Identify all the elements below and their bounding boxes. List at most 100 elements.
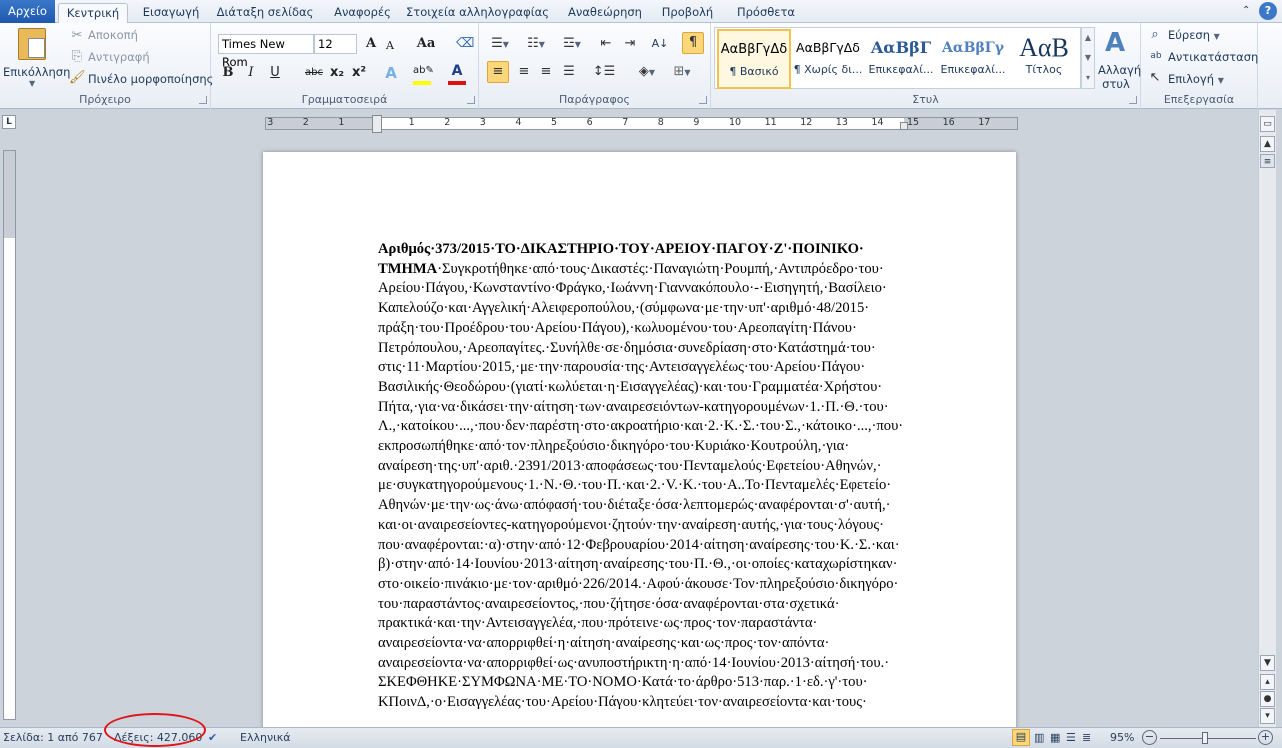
replace-button[interactable]: Αντικατάσταση [1168,50,1258,64]
paste-dropdown-icon[interactable]: ▼ [29,79,35,88]
tab-mailings[interactable]: Στοιχεία αλληλογραφίας [405,3,550,23]
tab-file[interactable]: Αρχείο [0,0,55,23]
style-no-spacing[interactable]: ΑαΒβΓγΔδ ¶ Χωρίς δι... [791,29,865,89]
borders-icon[interactable]: ⊞▼ [669,62,695,82]
copy-button[interactable]: Αντιγραφή [88,50,150,64]
browse-object-button[interactable]: ● [1260,691,1275,707]
indent-marker[interactable] [372,115,382,133]
multilevel-list-icon[interactable]: ☲▼ [559,34,585,54]
scroll-up-button[interactable]: ▲ [1260,136,1275,152]
font-group-label: Γραμματοσειρά [301,93,388,106]
font-size-combo[interactable]: 12 [314,34,357,54]
clipboard-dialog-launcher[interactable] [199,96,207,104]
select-button[interactable]: Επιλογή ▼ [1168,72,1224,86]
change-case-icon[interactable]: Aa [415,34,437,54]
change-styles-label-2: στυλ [1102,77,1130,91]
shrink-font-icon[interactable]: A [383,36,397,56]
bold-button[interactable]: B [221,63,235,83]
italic-button[interactable]: I [244,63,258,83]
web-layout-button[interactable]: ▦ [1050,731,1060,744]
minimize-ribbon-icon[interactable]: ⌃ [1242,5,1250,16]
tab-addins[interactable]: Πρόσθετα [730,3,802,23]
outline-view-button[interactable]: ☰ [1066,731,1076,744]
paste-button[interactable]: Επικόλληση [3,65,70,79]
next-page-button[interactable]: ▾ [1260,708,1275,724]
bullets-icon[interactable]: ☰▼ [487,34,513,54]
align-left-button[interactable]: ≡ [487,61,509,83]
align-right-button[interactable]: ≡ [537,62,555,82]
scroll-down-button[interactable]: ▼ [1260,655,1275,671]
zoom-level[interactable]: 95% [1110,731,1134,744]
doc-line: στις·11·Μαρτίου·2015,·με·την·παρουσία·τη… [378,359,866,376]
tab-home[interactable]: Κεντρική [58,3,128,23]
ruler-number: 12 [800,117,813,128]
subscript-button[interactable]: x₂ [329,63,345,83]
tab-review[interactable]: Αναθεώρηση [560,3,650,23]
previous-page-button[interactable]: ▴ [1260,674,1275,690]
right-indent-marker[interactable] [900,122,908,130]
highlight-icon[interactable]: ab✎ [413,61,434,81]
font-name-combo[interactable]: Times New Rom [218,34,314,69]
text-effects-icon[interactable]: A [383,63,399,83]
ruler-number: 10 [729,117,742,128]
font-dialog-launcher[interactable] [467,96,475,104]
find-button[interactable]: Εύρεση ▼ [1168,28,1220,42]
line-spacing-icon[interactable]: ↕☰ [591,62,617,82]
document-body[interactable]: Αριθμός·373/2015·ΤΟ·ΔΙΚΑΣΤΗΡΙΟ·ΤΟΥ·ΑΡΕΙΟ… [378,240,918,713]
view-ruler-toggle[interactable]: ▭ [1260,116,1275,132]
ruler-number: 6 [586,117,593,128]
tab-view[interactable]: Προβολή [655,3,720,23]
font-color-icon[interactable]: A [449,61,465,81]
styles-dialog-launcher[interactable] [1129,96,1137,104]
cut-button[interactable]: Αποκοπή [88,28,138,42]
style-heading-1[interactable]: ΑαΒβΓ Επικεφαλί... [864,29,938,89]
clear-formatting-icon[interactable]: ⌫ [456,34,474,54]
format-painter-button[interactable]: Πινέλο μορφοποίησης [88,72,213,86]
scroll-thumb[interactable]: ≡ [1260,154,1275,168]
superscript-button[interactable]: x² [351,63,367,83]
decrease-indent-icon[interactable]: ⇤ [597,34,615,54]
increase-indent-icon[interactable]: ⇥ [621,34,639,54]
help-icon[interactable]: ? [1259,2,1277,20]
style-name: ¶ Χωρίς δι... [793,63,863,76]
paragraph-dialog-launcher[interactable] [699,96,707,104]
numbering-icon[interactable]: ☷▼ [523,34,549,54]
show-formatting-marks-button[interactable]: ¶ [682,32,704,54]
vertical-scrollbar[interactable]: ▭ ▲ ≡ ▼ ▴ ● ▾ [1258,110,1276,727]
tab-references[interactable]: Αναφορές [325,3,400,23]
ruler-number: 2 [302,117,309,128]
ruler-number: 1 [338,117,345,128]
sort-icon[interactable]: A↓ [651,34,669,54]
vertical-ruler[interactable] [3,150,16,720]
clipboard-group: Επικόλληση ▼ ✂ Αποκοπή ⎘ Αντιγραφή 🖌 Πιν… [0,23,213,109]
style-normal[interactable]: ΑαΒβΓγΔδ ¶ Βασικό [717,29,791,89]
style-title[interactable]: ΑαΒ Τίτλος [1007,29,1081,89]
styles-scroll[interactable]: ▲ ▼ ▾ [1081,27,1095,89]
strikethrough-button[interactable]: abc [303,63,325,83]
shading-icon[interactable]: ◈▼ [634,62,660,82]
grow-font-icon[interactable]: A [363,34,379,54]
proofing-icon[interactable]: ✔ [208,731,217,744]
ruler-number: 1 [408,117,415,128]
doc-heading-bold-2: ΤΜΗΜΑ [378,260,438,277]
find-icon: ⌕ [1151,27,1159,42]
select-cursor-icon: ↖ [1149,70,1161,85]
page-count[interactable]: Σελίδα: 1 από 767 [3,731,103,744]
language[interactable]: Ελληνικά [240,731,291,744]
zoom-out-button[interactable]: − [1142,730,1157,745]
zoom-in-button[interactable]: + [1258,730,1273,745]
change-styles-button[interactable]: Αλλαγή στυλ [1098,63,1141,91]
doc-line: πράξη·του·Προέδρου·του·Αρείου·Πάγου),·κω… [378,319,857,336]
zoom-slider-thumb[interactable] [1202,732,1209,744]
style-heading-2[interactable]: ΑαΒβΓγ Επικεφαλί... [936,29,1010,89]
tab-selector[interactable]: L [2,115,16,129]
align-center-button[interactable]: ≡ [515,62,533,82]
horizontal-ruler[interactable]: 3 2 1 1 2 3 4 5 6 7 8 9 10 11 12 13 14 15 16 17 [265,115,1018,133]
full-screen-reading-button[interactable]: ▥ [1034,731,1044,744]
tab-insert[interactable]: Εισαγωγή [135,3,207,23]
underline-button[interactable]: U [268,63,282,83]
tab-page-layout[interactable]: Διάταξη σελίδας [215,3,315,23]
draft-view-button[interactable]: ≣ [1082,731,1091,744]
print-layout-view-button[interactable]: ▤ [1012,729,1030,746]
justify-button[interactable]: ☰ [560,62,578,82]
